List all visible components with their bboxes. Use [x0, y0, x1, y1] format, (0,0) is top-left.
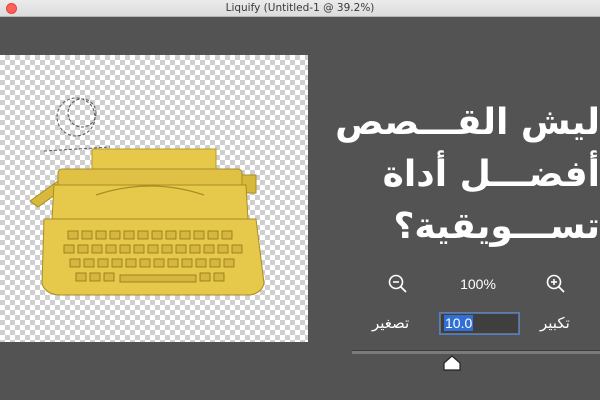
title-bar: Liquify (Untitled-1 @ 39.2%)	[0, 0, 600, 17]
brush-size-input[interactable]: 10.0	[439, 312, 520, 335]
shrink-label: تصغير	[372, 314, 410, 332]
zoom-in-icon[interactable]	[545, 273, 567, 295]
typewriter-image	[29, 97, 265, 296]
preview-canvas[interactable]	[0, 55, 308, 342]
poster-headline: ليش القـــصص أفضـــل أداة تســـويقية؟	[308, 97, 600, 253]
brush-size-slider[interactable]	[352, 350, 600, 354]
window-title: Liquify (Untitled-1 @ 39.2%)	[225, 2, 375, 14]
brush-cursor-icon	[43, 97, 111, 152]
brush-size-value: 10.0	[444, 315, 474, 331]
zoom-level-readout: 100%	[460, 276, 496, 292]
headline-line-1: ليش القـــصص	[335, 102, 600, 143]
headline-line-2: أفضـــل أداة	[382, 154, 600, 195]
grow-label: تكبير	[540, 314, 570, 332]
liquify-workspace: ليش القـــصص أفضـــل أداة تســـويقية؟	[0, 17, 600, 400]
headline-line-3: تســـويقية؟	[393, 206, 600, 247]
zoom-out-icon[interactable]	[387, 273, 409, 295]
slider-thumb[interactable]	[442, 354, 462, 372]
